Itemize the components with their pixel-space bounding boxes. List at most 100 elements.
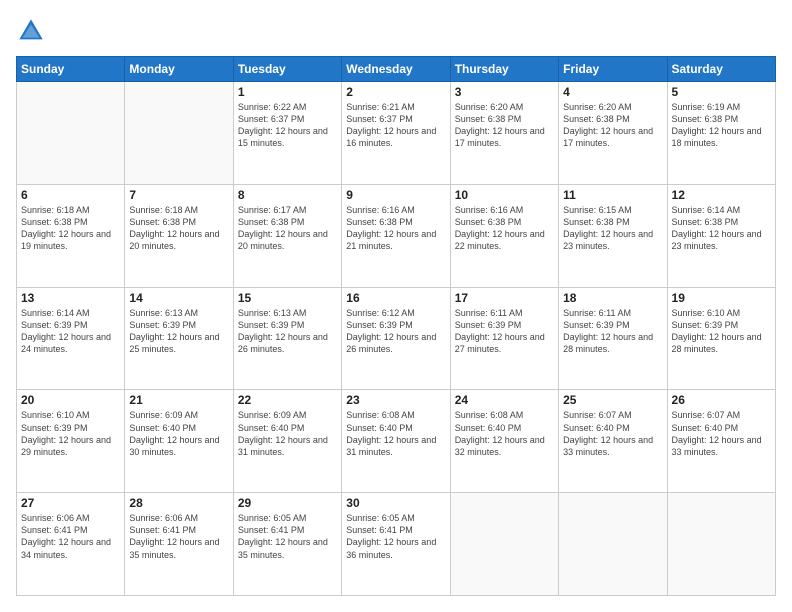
calendar-cell — [559, 493, 667, 596]
cell-info: Sunrise: 6:13 AM Sunset: 6:39 PM Dayligh… — [129, 307, 228, 356]
day-number: 21 — [129, 393, 228, 407]
calendar-cell — [125, 82, 233, 185]
cell-info: Sunrise: 6:09 AM Sunset: 6:40 PM Dayligh… — [238, 409, 337, 458]
calendar-week-1: 6 Sunrise: 6:18 AM Sunset: 6:38 PM Daylig… — [17, 184, 776, 287]
day-number: 15 — [238, 291, 337, 305]
col-header-wednesday: Wednesday — [342, 57, 450, 82]
day-number: 13 — [21, 291, 120, 305]
cell-info: Sunrise: 6:18 AM Sunset: 6:38 PM Dayligh… — [21, 204, 120, 253]
cell-info: Sunrise: 6:18 AM Sunset: 6:38 PM Dayligh… — [129, 204, 228, 253]
calendar-cell: 29Sunrise: 6:05 AM Sunset: 6:41 PM Dayli… — [233, 493, 341, 596]
cell-info: Sunrise: 6:13 AM Sunset: 6:39 PM Dayligh… — [238, 307, 337, 356]
cell-info: Sunrise: 6:16 AM Sunset: 6:38 PM Dayligh… — [346, 204, 445, 253]
day-number: 16 — [346, 291, 445, 305]
day-number: 1 — [238, 85, 337, 99]
calendar-header-row: SundayMondayTuesdayWednesdayThursdayFrid… — [17, 57, 776, 82]
day-number: 27 — [21, 496, 120, 510]
day-number: 8 — [238, 188, 337, 202]
calendar-cell: 1 Sunrise: 6:22 AM Sunset: 6:37 PM Daylig… — [233, 82, 341, 185]
day-number: 23 — [346, 393, 445, 407]
day-number: 25 — [563, 393, 662, 407]
cell-info: Sunrise: 6:15 AM Sunset: 6:38 PM Dayligh… — [563, 204, 662, 253]
cell-info: Sunrise: 6:05 AM Sunset: 6:41 PM Dayligh… — [346, 512, 445, 561]
cell-info: Sunrise: 6:11 AM Sunset: 6:39 PM Dayligh… — [563, 307, 662, 356]
cell-info: Sunrise: 6:20 AM Sunset: 6:38 PM Dayligh… — [563, 101, 662, 150]
cell-info: Sunrise: 6:09 AM Sunset: 6:40 PM Dayligh… — [129, 409, 228, 458]
calendar-cell — [667, 493, 775, 596]
cell-info: Sunrise: 6:10 AM Sunset: 6:39 PM Dayligh… — [672, 307, 771, 356]
cell-info: Sunrise: 6:05 AM Sunset: 6:41 PM Dayligh… — [238, 512, 337, 561]
cell-info: Sunrise: 6:12 AM Sunset: 6:39 PM Dayligh… — [346, 307, 445, 356]
cell-info: Sunrise: 6:10 AM Sunset: 6:39 PM Dayligh… — [21, 409, 120, 458]
cell-info: Sunrise: 6:14 AM Sunset: 6:39 PM Dayligh… — [21, 307, 120, 356]
calendar-cell: 22 Sunrise: 6:09 AM Sunset: 6:40 PM Dayli… — [233, 390, 341, 493]
calendar-cell: 16 Sunrise: 6:12 AM Sunset: 6:39 PM Dayli… — [342, 287, 450, 390]
col-header-friday: Friday — [559, 57, 667, 82]
day-number: 26 — [672, 393, 771, 407]
calendar-table: SundayMondayTuesdayWednesdayThursdayFrid… — [16, 56, 776, 596]
calendar-cell: 21 Sunrise: 6:09 AM Sunset: 6:40 PM Dayli… — [125, 390, 233, 493]
calendar-cell: 10Sunrise: 6:16 AM Sunset: 6:38 PM Dayli… — [450, 184, 558, 287]
calendar-cell: 12 Sunrise: 6:14 AM Sunset: 6:38 PM Dayli… — [667, 184, 775, 287]
cell-info: Sunrise: 6:07 AM Sunset: 6:40 PM Dayligh… — [672, 409, 771, 458]
col-header-sunday: Sunday — [17, 57, 125, 82]
cell-info: Sunrise: 6:07 AM Sunset: 6:40 PM Dayligh… — [563, 409, 662, 458]
calendar-cell: 19Sunrise: 6:10 AM Sunset: 6:39 PM Dayli… — [667, 287, 775, 390]
day-number: 11 — [563, 188, 662, 202]
calendar-cell: 4 Sunrise: 6:20 AM Sunset: 6:38 PM Daylig… — [559, 82, 667, 185]
cell-info: Sunrise: 6:08 AM Sunset: 6:40 PM Dayligh… — [346, 409, 445, 458]
calendar-cell: 30 Sunrise: 6:05 AM Sunset: 6:41 PM Dayli… — [342, 493, 450, 596]
day-number: 12 — [672, 188, 771, 202]
day-number: 18 — [563, 291, 662, 305]
calendar-cell: 17Sunrise: 6:11 AM Sunset: 6:39 PM Dayli… — [450, 287, 558, 390]
day-number: 7 — [129, 188, 228, 202]
cell-info: Sunrise: 6:06 AM Sunset: 6:41 PM Dayligh… — [21, 512, 120, 561]
cell-info: Sunrise: 6:22 AM Sunset: 6:37 PM Dayligh… — [238, 101, 337, 150]
day-number: 28 — [129, 496, 228, 510]
cell-info: Sunrise: 6:21 AM Sunset: 6:37 PM Dayligh… — [346, 101, 445, 150]
col-header-thursday: Thursday — [450, 57, 558, 82]
calendar-week-2: 13 Sunrise: 6:14 AM Sunset: 6:39 PM Dayli… — [17, 287, 776, 390]
calendar-cell: 24 Sunrise: 6:08 AM Sunset: 6:40 PM Dayli… — [450, 390, 558, 493]
calendar-cell: 9Sunrise: 6:16 AM Sunset: 6:38 PM Daylig… — [342, 184, 450, 287]
header — [16, 16, 776, 46]
calendar-cell: 2 Sunrise: 6:21 AM Sunset: 6:37 PM Daylig… — [342, 82, 450, 185]
calendar-cell — [450, 493, 558, 596]
day-number: 4 — [563, 85, 662, 99]
calendar-week-4: 27 Sunrise: 6:06 AM Sunset: 6:41 PM Dayli… — [17, 493, 776, 596]
calendar-cell: 7 Sunrise: 6:18 AM Sunset: 6:38 PM Daylig… — [125, 184, 233, 287]
calendar-cell: 25 Sunrise: 6:07 AM Sunset: 6:40 PM Dayli… — [559, 390, 667, 493]
calendar-week-0: 1 Sunrise: 6:22 AM Sunset: 6:37 PM Daylig… — [17, 82, 776, 185]
col-header-monday: Monday — [125, 57, 233, 82]
day-number: 20 — [21, 393, 120, 407]
day-number: 6 — [21, 188, 120, 202]
day-number: 2 — [346, 85, 445, 99]
day-number: 3 — [455, 85, 554, 99]
calendar-cell: 5Sunrise: 6:19 AM Sunset: 6:38 PM Daylig… — [667, 82, 775, 185]
calendar-cell: 14 Sunrise: 6:13 AM Sunset: 6:39 PM Dayli… — [125, 287, 233, 390]
day-number: 22 — [238, 393, 337, 407]
calendar-cell: 27 Sunrise: 6:06 AM Sunset: 6:41 PM Dayli… — [17, 493, 125, 596]
cell-info: Sunrise: 6:17 AM Sunset: 6:38 PM Dayligh… — [238, 204, 337, 253]
cell-info: Sunrise: 6:08 AM Sunset: 6:40 PM Dayligh… — [455, 409, 554, 458]
calendar-cell: 18 Sunrise: 6:11 AM Sunset: 6:39 PM Dayli… — [559, 287, 667, 390]
day-number: 10 — [455, 188, 554, 202]
cell-info: Sunrise: 6:11 AM Sunset: 6:39 PM Dayligh… — [455, 307, 554, 356]
cell-info: Sunrise: 6:14 AM Sunset: 6:38 PM Dayligh… — [672, 204, 771, 253]
calendar-cell — [17, 82, 125, 185]
day-number: 5 — [672, 85, 771, 99]
calendar-cell: 26 Sunrise: 6:07 AM Sunset: 6:40 PM Dayli… — [667, 390, 775, 493]
day-number: 14 — [129, 291, 228, 305]
cell-info: Sunrise: 6:20 AM Sunset: 6:38 PM Dayligh… — [455, 101, 554, 150]
calendar-cell: 8 Sunrise: 6:17 AM Sunset: 6:38 PM Daylig… — [233, 184, 341, 287]
col-header-tuesday: Tuesday — [233, 57, 341, 82]
calendar-cell: 23 Sunrise: 6:08 AM Sunset: 6:40 PM Dayli… — [342, 390, 450, 493]
col-header-saturday: Saturday — [667, 57, 775, 82]
day-number: 24 — [455, 393, 554, 407]
calendar-week-3: 20 Sunrise: 6:10 AM Sunset: 6:39 PM Dayli… — [17, 390, 776, 493]
page: SundayMondayTuesdayWednesdayThursdayFrid… — [0, 0, 792, 612]
calendar-cell: 13 Sunrise: 6:14 AM Sunset: 6:39 PM Dayli… — [17, 287, 125, 390]
day-number: 30 — [346, 496, 445, 510]
logo — [16, 16, 50, 46]
calendar-cell: 3 Sunrise: 6:20 AM Sunset: 6:38 PM Daylig… — [450, 82, 558, 185]
